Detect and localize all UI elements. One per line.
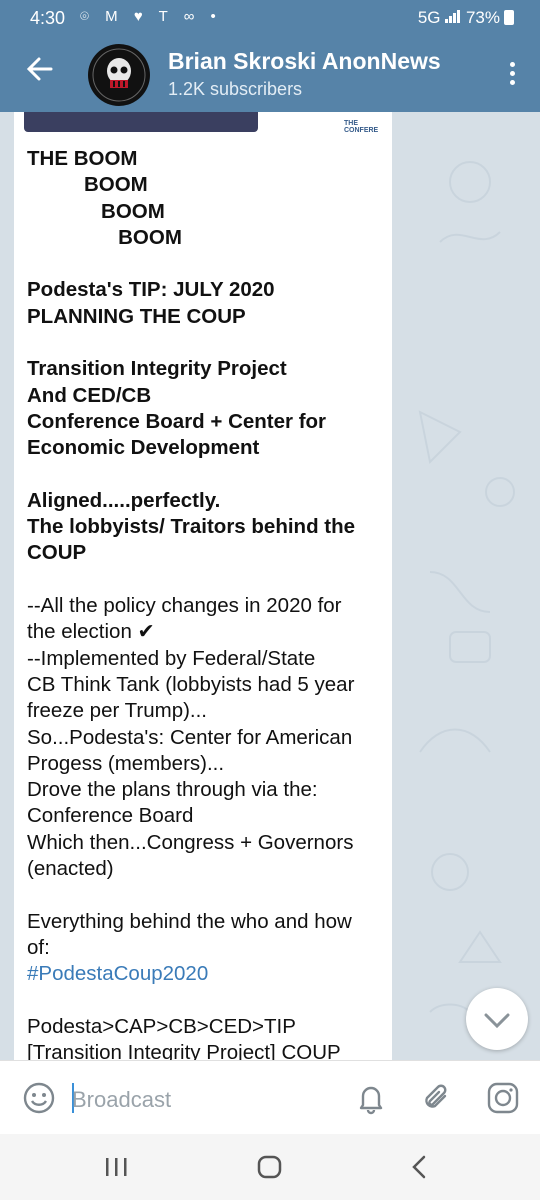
message-line: The lobbyists/ Traitors behind the bbox=[27, 515, 356, 539]
message-line: BOOM bbox=[27, 199, 165, 223]
hashtag-link[interactable]: #PodestaCoup2020 bbox=[27, 961, 387, 987]
attach-button[interactable] bbox=[420, 1081, 454, 1115]
bell-icon bbox=[359, 1086, 383, 1115]
message-line: Conference Board + Center for bbox=[27, 409, 327, 433]
notification-icons: ⌾ M ♥ T ∞ • bbox=[80, 8, 222, 25]
message-line bbox=[27, 882, 387, 908]
message-line: THE BOOM bbox=[27, 147, 138, 170]
arrow-left-icon bbox=[26, 57, 53, 81]
message-line: COUP bbox=[27, 541, 87, 565]
message-input-bar: Broadcast bbox=[0, 1060, 540, 1135]
message-line: CB Think Tank (lobbyists had 5 year bbox=[27, 672, 355, 696]
chat-area[interactable]: THE CONFERE THE BOOM BOOM BOOM BOOM Podes… bbox=[0, 112, 540, 1060]
chevron-left-icon bbox=[412, 1155, 426, 1179]
status-bar: 4:30 ⌾ M ♥ T ∞ • 5G 73% bbox=[0, 0, 540, 36]
message-line: the election ✔ bbox=[27, 620, 155, 644]
subscriber-count: 1.2K subscribers bbox=[168, 79, 303, 99]
status-right: 5G 73% bbox=[418, 8, 514, 28]
status-time: 4:30 bbox=[30, 8, 66, 28]
message-line bbox=[27, 251, 387, 277]
message-line: --Implemented by Federal/State bbox=[27, 646, 316, 670]
message-line: Everything behind the who and how bbox=[27, 909, 352, 933]
message-line: Podesta>CAP>CB>CED>TIP bbox=[27, 1014, 296, 1038]
media-preview-label: THE CONFERE bbox=[344, 120, 379, 134]
message-line bbox=[27, 567, 387, 593]
system-nav-bar bbox=[0, 1134, 540, 1200]
message-line: --All the policy changes in 2020 for bbox=[27, 594, 342, 618]
back-nav-button[interactable] bbox=[400, 1150, 440, 1184]
media-preview[interactable] bbox=[24, 112, 258, 132]
message-line: of: bbox=[27, 935, 50, 959]
message-line: BOOM bbox=[27, 173, 148, 197]
message-line: PLANNING THE COUP bbox=[27, 304, 246, 328]
message-line bbox=[27, 988, 387, 1014]
message-line: Progess (members)... bbox=[27, 751, 225, 775]
more-vertical-icon[interactable] bbox=[502, 58, 522, 94]
signal-icon bbox=[445, 8, 466, 27]
recents-icon bbox=[106, 1158, 127, 1176]
chevron-down-icon bbox=[484, 1013, 510, 1029]
emoji-button[interactable] bbox=[22, 1081, 56, 1115]
message-text: THE BOOM BOOM BOOM BOOM Podesta's TIP: JU… bbox=[27, 146, 387, 1060]
skull-logo-icon bbox=[89, 45, 149, 105]
message-line: [Transition Integrity Project] COUP bbox=[27, 1041, 341, 1060]
message-line: BOOM bbox=[27, 225, 182, 249]
network-label: 5G bbox=[417, 8, 441, 27]
channel-header: Brian Skroski AnonNews 1.2K subscribers bbox=[0, 36, 540, 112]
message-line: And CED/CB bbox=[27, 383, 152, 407]
message-bubble[interactable]: THE CONFERE THE BOOM BOOM BOOM BOOM Podes… bbox=[14, 112, 392, 1060]
broadcast-input[interactable]: Broadcast bbox=[72, 1087, 171, 1113]
message-line: Drove the plans through via the: bbox=[27, 778, 318, 802]
message-line: Economic Development bbox=[27, 436, 260, 460]
message-line: freeze per Trump)... bbox=[27, 699, 208, 723]
back-button[interactable] bbox=[22, 54, 58, 90]
smiley-icon bbox=[23, 1082, 55, 1114]
home-icon bbox=[257, 1155, 282, 1179]
message-line: Which then...Congress + Governors bbox=[27, 830, 354, 854]
message-line bbox=[27, 462, 387, 488]
message-line: Podesta's TIP: JULY 2020 bbox=[27, 278, 275, 302]
message-line: Conference Board bbox=[27, 804, 194, 828]
home-button[interactable] bbox=[250, 1150, 290, 1184]
mute-bell-button[interactable] bbox=[354, 1081, 388, 1115]
scroll-down-button[interactable] bbox=[466, 988, 528, 1050]
battery-percent: 73% bbox=[465, 8, 500, 27]
message-line: So...Podesta's: Center for American bbox=[27, 725, 353, 749]
recents-button[interactable] bbox=[96, 1150, 136, 1184]
camera-button[interactable] bbox=[486, 1081, 520, 1115]
battery-icon bbox=[504, 10, 514, 25]
channel-avatar[interactable] bbox=[88, 44, 150, 106]
paperclip-icon bbox=[425, 1084, 447, 1108]
message-line bbox=[27, 330, 387, 356]
message-line: (enacted) bbox=[27, 857, 114, 881]
message-line: Transition Integrity Project bbox=[27, 357, 287, 381]
instagram-camera-icon bbox=[487, 1082, 519, 1114]
message-line: Aligned.....perfectly. bbox=[27, 488, 221, 512]
channel-title[interactable]: Brian Skroski AnonNews bbox=[168, 48, 441, 75]
